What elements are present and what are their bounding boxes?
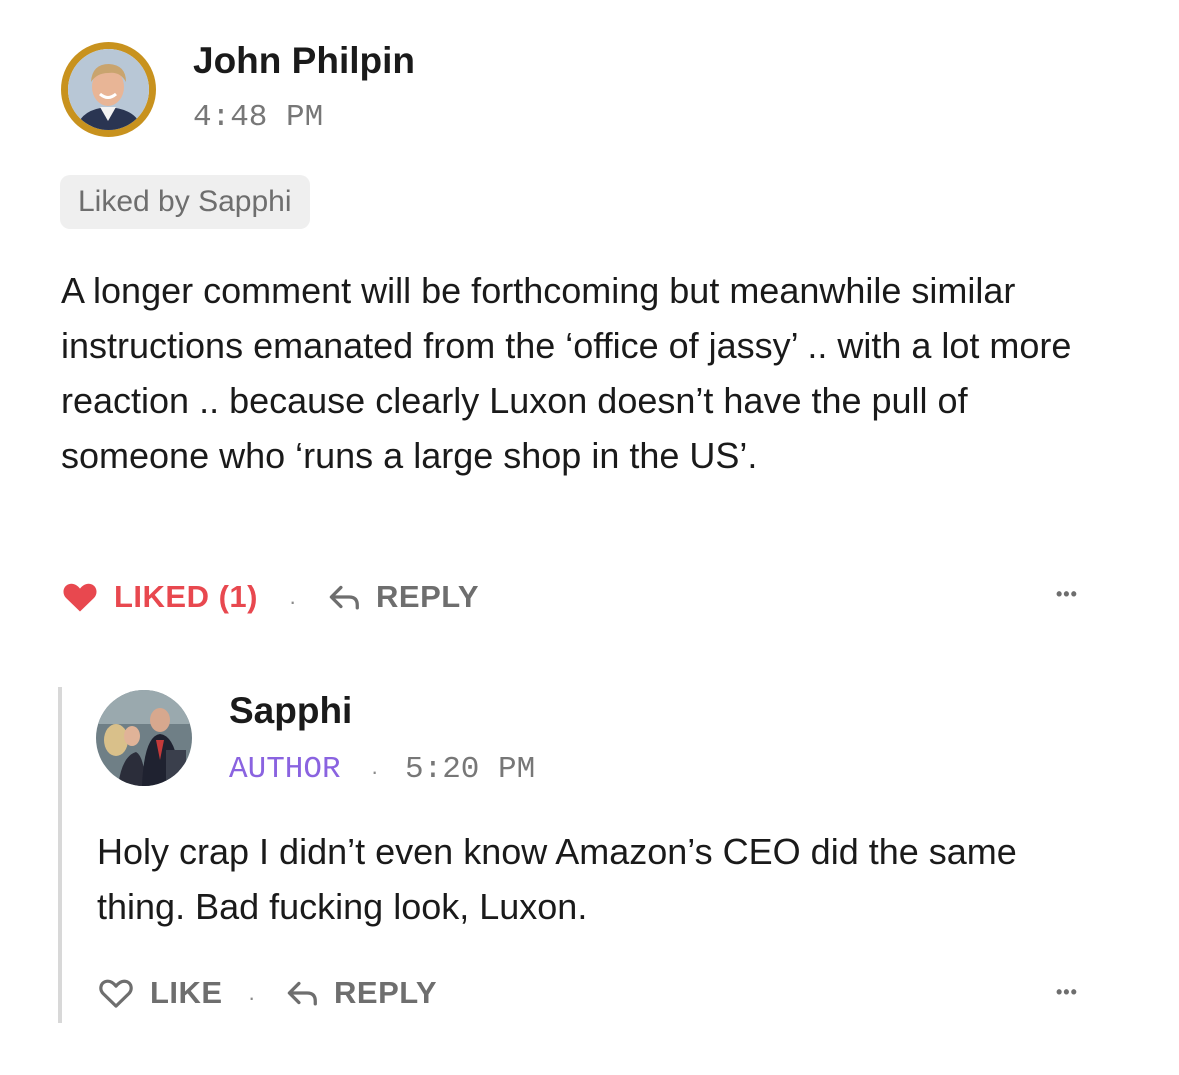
reply-like-label: LIKE [150, 975, 223, 1010]
reply-author-name[interactable]: Sapphi [229, 690, 352, 732]
reply-button-label: REPLY [376, 579, 480, 614]
avatar-sapphi[interactable] [96, 690, 192, 786]
action-separator: · [248, 985, 256, 1010]
comment-body: A longer comment will be forthcoming but… [61, 270, 1072, 476]
heart-outline-icon [99, 979, 133, 1008]
thread-line [58, 687, 62, 1023]
heart-filled-icon [63, 583, 97, 612]
meta-separator: · [371, 759, 379, 784]
liked-by-badge: Liked by Sapphi [60, 175, 310, 229]
reply-more-options-icon[interactable]: ••• [1056, 982, 1078, 1003]
like-button[interactable]: LIKED (1) [62, 579, 258, 615]
avatar-john-philpin[interactable] [61, 42, 156, 137]
action-separator: · [289, 589, 297, 614]
reply-body: Holy crap I didn’t even know Amazon’s CE… [97, 831, 1017, 927]
reply-button[interactable]: REPLY [328, 579, 479, 615]
reply-timestamp[interactable]: 5:20 PM [405, 752, 535, 787]
reply-arrow-icon [287, 981, 317, 1006]
reply-like-button[interactable]: LIKE [98, 975, 223, 1011]
reply-reply-label: REPLY [334, 975, 438, 1010]
comment-timestamp[interactable]: 4:48 PM [193, 100, 323, 135]
reply-arrow-icon [329, 585, 359, 610]
like-button-label: LIKED (1) [114, 579, 258, 614]
profile-photo-icon [96, 690, 192, 786]
more-options-icon[interactable]: ••• [1056, 584, 1078, 605]
comment-author-name[interactable]: John Philpin [193, 40, 415, 82]
reply-reply-button[interactable]: REPLY [286, 975, 437, 1011]
profile-photo-icon [68, 49, 149, 130]
author-role-badge: AUTHOR [229, 752, 341, 787]
